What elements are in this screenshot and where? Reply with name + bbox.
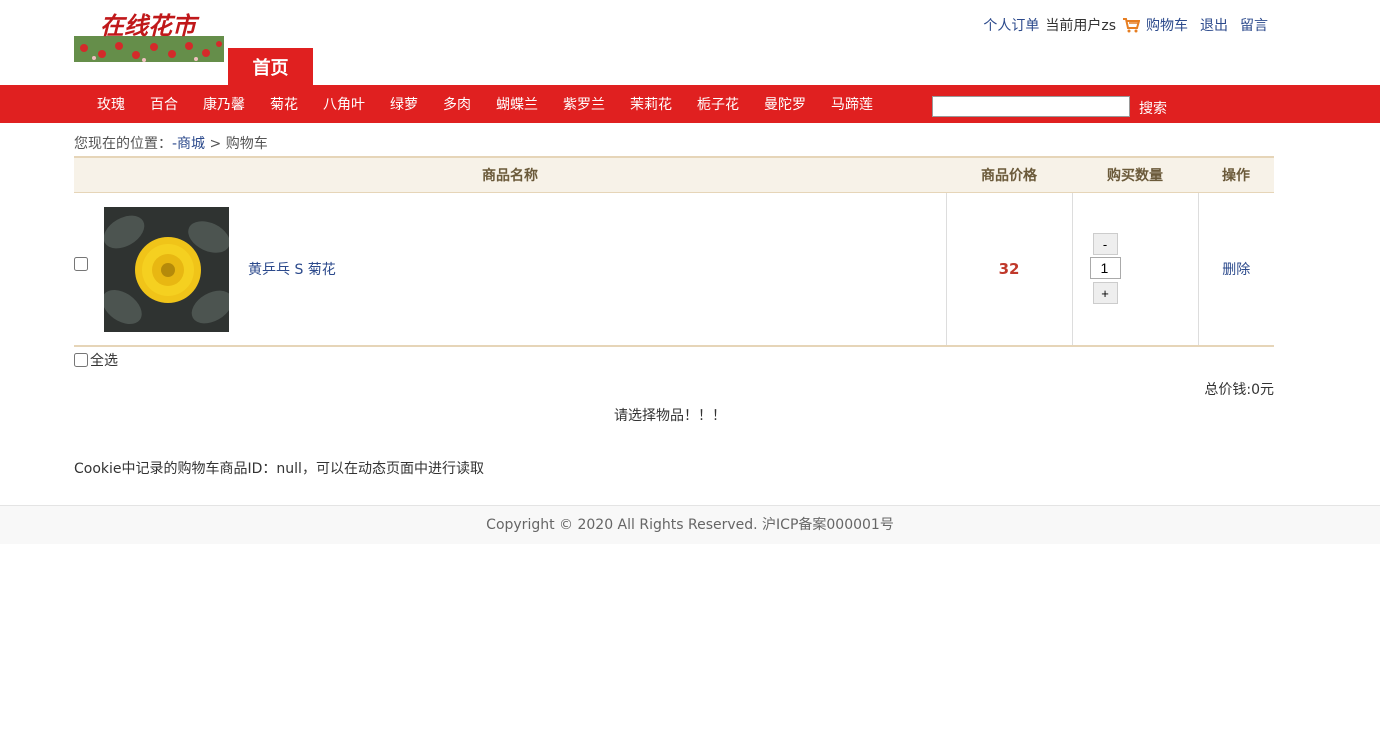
cart-header-row: 商品名称 商品价格 购买数量 操作 [74, 156, 1274, 193]
nav-category[interactable]: 蝴蝶兰 [483, 94, 550, 114]
nav-category[interactable]: 茉莉花 [617, 94, 684, 114]
selection-notice: 请选择物品！！！ [614, 408, 726, 424]
breadcrumb: 您现在的位置：-商城 > 购物车 [74, 133, 268, 153]
cart-table: 商品名称 商品价格 购买数量 操作 黄乒乓 S 菊花 32 - 1 + 删除 [74, 156, 1274, 347]
breadcrumb-mall-link[interactable]: -商城 [172, 136, 205, 152]
breadcrumb-separator: > [205, 136, 226, 152]
select-all-checkbox[interactable] [74, 353, 88, 367]
col-quantity: 购买数量 [1072, 156, 1198, 193]
logout-link[interactable]: 退出 [1200, 15, 1228, 35]
action-cell: 删除 [1197, 192, 1274, 347]
nav-category[interactable]: 玫瑰 [84, 94, 137, 114]
shopping-cart-icon [1122, 17, 1141, 33]
breadcrumb-current: 购物车 [225, 136, 268, 152]
delete-item-link[interactable]: 删除 [1222, 262, 1250, 278]
message-link[interactable]: 留言 [1240, 15, 1268, 35]
select-all-label: 全选 [90, 353, 118, 369]
search-input[interactable] [932, 96, 1130, 117]
product-image[interactable] [102, 207, 233, 332]
breadcrumb-prefix: 您现在的位置： [74, 136, 172, 152]
product-name-link[interactable]: 黄乒乓 S 菊花 [248, 259, 336, 279]
quantity-stepper: - + [1071, 192, 1198, 347]
nav-category[interactable]: 绿萝 [377, 94, 430, 114]
site-logo[interactable]: 在线花市 [74, 8, 224, 64]
nav-category[interactable]: 多肉 [430, 94, 483, 114]
cart-link[interactable]: 购物车 [1146, 15, 1188, 35]
col-price: 商品价格 [946, 156, 1072, 193]
orders-link[interactable]: 个人订单 [983, 15, 1039, 35]
item-checkbox[interactable] [74, 257, 88, 271]
product-price: 32 [945, 192, 1072, 347]
total-price: 总价钱:0元 [1204, 382, 1274, 398]
category-nav: 玫瑰 百合 康乃馨 菊花 八角叶 绿萝 多肉 蝴蝶兰 紫罗兰 茉莉花 栀子花 曼… [0, 85, 1380, 123]
footer: Copyright © 2020 All Rights Reserved. 沪I… [0, 505, 1380, 544]
cookie-note: Cookie中记录的购物车商品ID：null，可以在动态页面中进行读取 [74, 461, 484, 477]
col-product-name: 商品名称 [74, 156, 946, 193]
select-all[interactable]: 全选 [74, 350, 118, 370]
nav-category[interactable]: 菊花 [257, 94, 310, 114]
decrease-quantity-button[interactable]: - [1092, 233, 1118, 255]
top-links: 个人订单 当前用户zs 购物车 退出 留言 [983, 15, 1268, 35]
cart-row: 黄乒乓 S 菊花 32 - + 删除 [74, 192, 1274, 347]
home-tab[interactable]: 首页 [228, 48, 313, 85]
category-list: 玫瑰 百合 康乃馨 菊花 八角叶 绿萝 多肉 蝴蝶兰 紫罗兰 茉莉花 栀子花 曼… [84, 85, 885, 123]
nav-category[interactable]: 康乃馨 [190, 94, 257, 114]
nav-category[interactable]: 栀子花 [684, 94, 751, 114]
quantity-input[interactable] [1089, 257, 1121, 279]
nav-category[interactable]: 百合 [137, 94, 190, 114]
search-button[interactable]: 搜索 [1139, 98, 1167, 118]
nav-category[interactable]: 曼陀罗 [751, 94, 818, 114]
header: 在线花市 首页 个人订单 当前用户zs 购物车 退出 留言 [0, 0, 1380, 85]
nav-category[interactable]: 紫罗兰 [550, 94, 617, 114]
nav-category[interactable]: 八角叶 [310, 94, 377, 114]
logo-text: 在线花市 [100, 11, 200, 40]
col-action: 操作 [1198, 156, 1274, 193]
nav-category[interactable]: 马蹄莲 [818, 94, 885, 114]
product-cell: 黄乒乓 S 菊花 [74, 192, 946, 347]
increase-quantity-button[interactable]: + [1092, 282, 1118, 304]
current-user-label: 当前用户zs [1045, 18, 1116, 34]
